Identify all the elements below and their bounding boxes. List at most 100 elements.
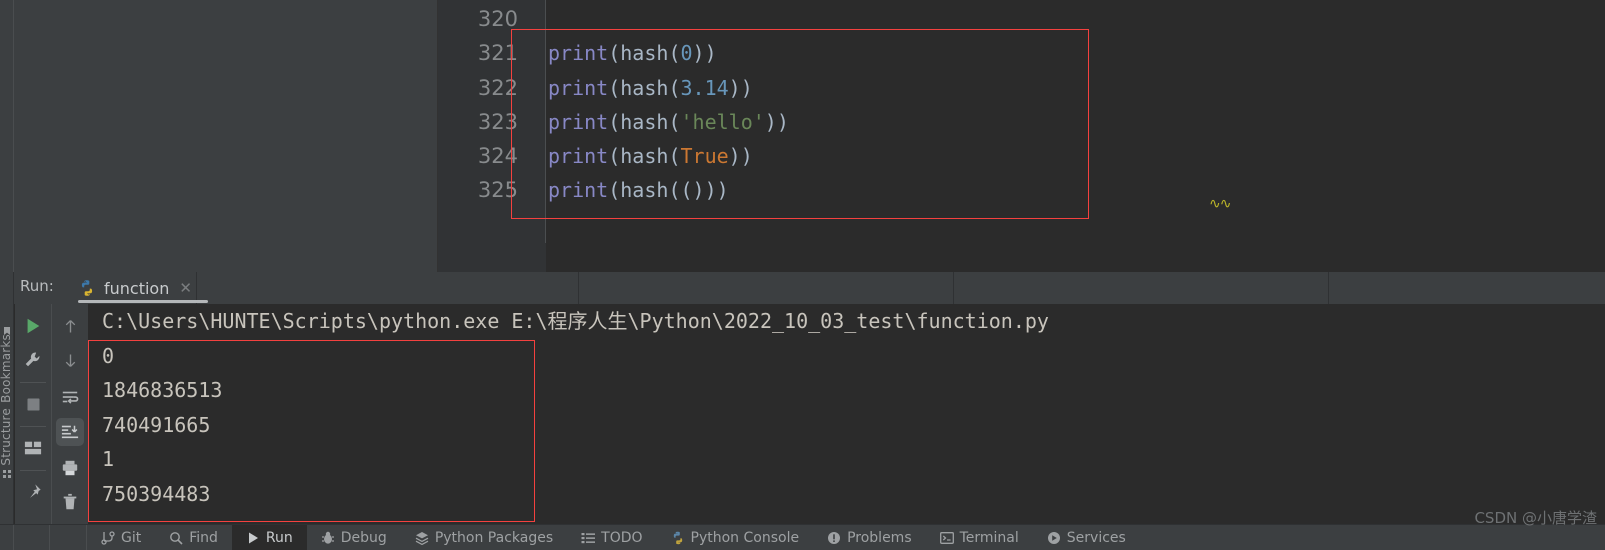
pin-tab-button[interactable] (19, 478, 47, 506)
statusbar-item-label: Git (121, 530, 142, 546)
toolbar-divider (20, 426, 46, 427)
code-token: print (548, 75, 609, 100)
layout-button[interactable] (19, 434, 47, 462)
code-token: ( (608, 109, 621, 134)
edit-config-button[interactable] (19, 346, 47, 374)
statusbar-item-python-console[interactable]: Python Console (657, 525, 814, 550)
services-icon (1047, 531, 1061, 545)
console-output-line: 1846836513 (102, 378, 223, 402)
down-the-stack-button[interactable] (56, 346, 84, 374)
code-token: )) (704, 178, 729, 203)
code-token: 'hello' (680, 109, 765, 134)
terminal-icon (939, 531, 954, 545)
code-token: ( (668, 109, 681, 134)
statusbar-item-label: Terminal (959, 530, 1019, 546)
code-token: (() (668, 178, 705, 203)
code-token: )) (692, 41, 717, 66)
line-number: 323 (477, 109, 518, 134)
close-icon[interactable]: ✕ (179, 279, 192, 297)
statusbar-item-label: Find (189, 530, 218, 546)
header-separator (953, 272, 954, 304)
console-output-line: 740491665 (102, 412, 211, 437)
statusbar-item-debug[interactable]: Debug (307, 525, 401, 550)
console-actions-toolbar (51, 304, 88, 524)
statusbar-item-find[interactable]: Find (155, 525, 232, 550)
code-token: hash (620, 109, 669, 134)
code-token: ( (608, 178, 621, 203)
todo-icon (581, 531, 596, 545)
python-icon (78, 279, 96, 297)
line-number: 322 (477, 75, 518, 100)
soft-wrap-button[interactable] (56, 384, 84, 412)
stop-button[interactable] (19, 390, 47, 418)
statusbar-item-label: Python Console (690, 530, 800, 546)
run-label: Run: (20, 277, 54, 295)
statusbar-item-label: Problems (847, 530, 912, 546)
code-token: )) (764, 109, 789, 134)
code-line[interactable]: print(hash(0)) (548, 36, 1603, 70)
code-token: hash (620, 75, 669, 100)
python-console-icon (671, 531, 685, 545)
bottom-status-bar: Git Find Run Debug Python Packages TODO Python… (0, 524, 1605, 550)
scroll-to-end-button[interactable] (56, 418, 84, 446)
line-number-column: 320 321 322 323 324 325 (478, 2, 518, 208)
code-line[interactable]: print(hash(True)) (548, 139, 1603, 173)
code-line[interactable] (548, 2, 1603, 36)
run-actions-toolbar (15, 304, 51, 524)
statusbar-item-terminal[interactable]: Terminal (926, 525, 1033, 550)
ide-window: 320 321 322 323 324 325 print(hash(0)) print(h… (0, 0, 1605, 550)
statusbar-spacer (50, 525, 87, 550)
statusbar-item-git[interactable]: Git (87, 525, 155, 550)
statusbar-spacer (14, 525, 50, 550)
run-tool-window-header: Run: function ✕ (14, 272, 1605, 304)
code-editor-pane[interactable]: 320 321 322 323 324 325 print(hash(0)) print(h… (438, 0, 1605, 272)
code-token: print (548, 178, 609, 203)
statusbar-item-python-packages[interactable]: Python Packages (401, 525, 567, 550)
console-output-line: 0 (102, 343, 115, 368)
clear-all-button[interactable] (56, 488, 84, 516)
statusbar-item-services[interactable]: Services (1033, 525, 1140, 550)
active-tab-indicator (78, 300, 208, 303)
statusbar-spacer (0, 525, 14, 550)
left-tool-stripe (0, 0, 14, 272)
run-tab-label: function (104, 278, 170, 298)
find-icon (169, 531, 183, 545)
run-icon (246, 531, 260, 545)
header-separator (1328, 272, 1329, 304)
statusbar-item-label: Services (1066, 530, 1126, 546)
code-token: print (548, 144, 609, 169)
statusbar-item-label: Python Packages (434, 530, 554, 546)
statusbar-item-run[interactable]: Run (231, 525, 307, 550)
stripe-label-bookmarks[interactable]: Bookmarks (0, 334, 13, 403)
code-token: ( (668, 41, 681, 66)
git-icon (101, 531, 115, 545)
code-token: ( (668, 144, 681, 169)
code-token: print (548, 109, 609, 134)
print-button[interactable] (56, 454, 84, 482)
error-squiggle-icon: ∿∿ (1209, 196, 1231, 212)
code-line[interactable]: print(hash(3.14)) (548, 71, 1603, 105)
up-the-stack-button[interactable] (56, 312, 84, 340)
rerun-button[interactable] (19, 312, 47, 340)
statusbar-item-problems[interactable]: Problems (813, 525, 926, 550)
problems-icon (827, 531, 841, 545)
editor-gutter[interactable]: 320 321 322 323 324 325 (438, 0, 546, 243)
line-number: 320 (477, 7, 518, 31)
editor-bottom-strip (438, 243, 1605, 272)
code-token: True (680, 144, 729, 169)
stripe-label-structure[interactable]: Structure (0, 408, 13, 466)
code-token: ( (668, 75, 681, 100)
left-project-pane[interactable] (0, 0, 438, 272)
code-line[interactable]: print(hash('hello')) (548, 105, 1603, 139)
console-command-line: C:\Users\HUNTE\Scripts\python.exe E:\程序人… (102, 309, 1049, 333)
statusbar-item-todo[interactable]: TODO (567, 525, 656, 550)
console-output-line: 750394483 (102, 481, 211, 506)
line-number: 325 (477, 178, 518, 203)
code-text-area[interactable]: print(hash(0)) print(hash(3.14)) print(has… (548, 2, 1603, 243)
console-output-line: 1 (102, 447, 115, 471)
run-console-output[interactable]: C:\Users\HUNTE\Scripts\python.exe E:\程序人… (88, 304, 1605, 524)
code-token: ( (608, 144, 621, 169)
code-line[interactable]: print(hash(())) (548, 173, 1603, 207)
packages-icon (415, 531, 429, 546)
editor-region: 320 321 322 323 324 325 print(hash(0)) print(h… (0, 0, 1605, 272)
